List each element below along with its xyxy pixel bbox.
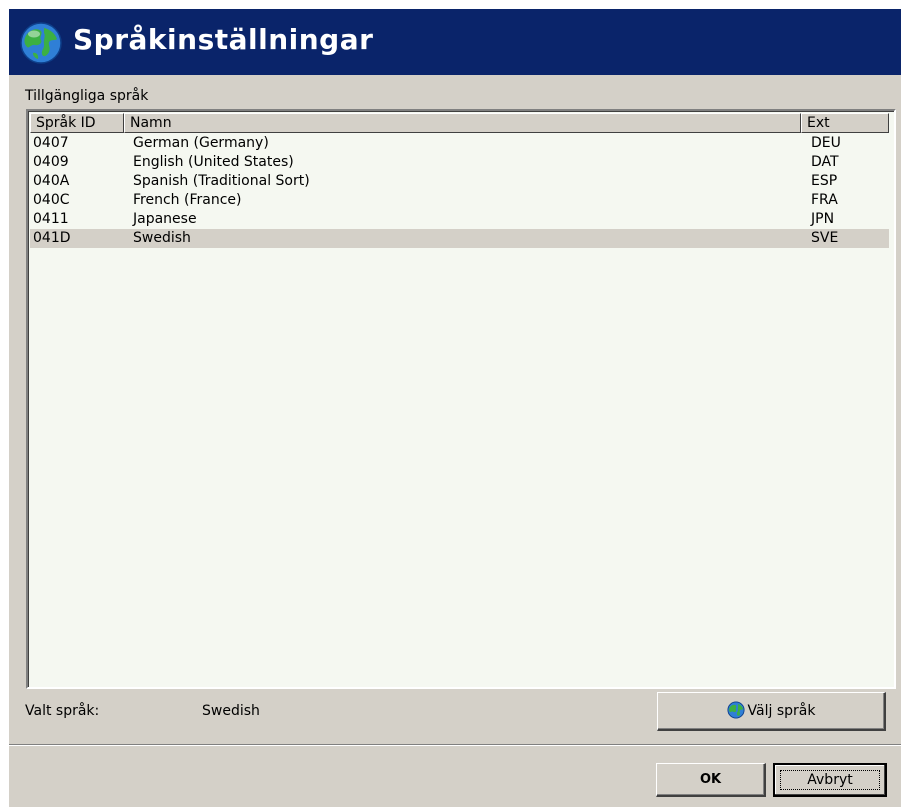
select-language-label: Välj språk bbox=[747, 703, 816, 719]
cell-name: Japanese bbox=[133, 211, 197, 227]
column-header-name[interactable]: Namn bbox=[124, 113, 801, 133]
select-language-button[interactable]: Välj språk bbox=[657, 692, 886, 731]
language-settings-window: Språkinställningar Tillgängliga språk Sp… bbox=[9, 9, 901, 807]
cancel-label: Avbryt bbox=[807, 772, 853, 788]
cell-ext: DEU bbox=[811, 135, 841, 151]
cell-ext: ESP bbox=[811, 173, 838, 189]
language-list[interactable]: Språk ID Namn Ext 0407 German (Germany) DE… bbox=[26, 109, 896, 689]
title-bar: Språkinställningar bbox=[9, 9, 901, 75]
cell-ext: JPN bbox=[811, 211, 835, 227]
cell-ext: FRA bbox=[811, 192, 838, 208]
selected-language-label: Valt språk: bbox=[25, 703, 100, 719]
table-row[interactable]: 040A Spanish (Traditional Sort) ESP bbox=[30, 172, 889, 191]
table-row[interactable]: 0407 German (Germany) DEU bbox=[30, 134, 889, 153]
column-header-ext[interactable]: Ext bbox=[801, 113, 889, 133]
divider bbox=[9, 744, 901, 746]
table-row[interactable]: 041D Swedish SVE bbox=[30, 229, 889, 248]
table-row[interactable]: 0409 English (United States) DAT bbox=[30, 153, 889, 172]
cell-name: Spanish (Traditional Sort) bbox=[133, 173, 310, 189]
cancel-button[interactable]: Avbryt bbox=[773, 763, 887, 797]
cell-language-id: 0409 bbox=[33, 154, 69, 170]
cell-ext: SVE bbox=[811, 230, 839, 246]
column-header-language-id[interactable]: Språk ID bbox=[30, 113, 124, 133]
ok-button[interactable]: OK bbox=[656, 763, 766, 797]
available-languages-label: Tillgängliga språk bbox=[25, 88, 149, 104]
cell-name: Swedish bbox=[133, 230, 191, 246]
cell-ext: DAT bbox=[811, 154, 839, 170]
cell-language-id: 0411 bbox=[33, 211, 69, 227]
globe-icon bbox=[726, 701, 745, 719]
cell-name: German (Germany) bbox=[133, 135, 269, 151]
selected-language-value: Swedish bbox=[202, 703, 260, 719]
cell-language-id: 0407 bbox=[33, 135, 69, 151]
globe-icon bbox=[20, 22, 62, 64]
cell-language-id: 041D bbox=[33, 230, 71, 246]
cell-name: French (France) bbox=[133, 192, 242, 208]
table-row[interactable]: 040C French (France) FRA bbox=[30, 191, 889, 210]
cell-language-id: 040A bbox=[33, 173, 70, 189]
table-row[interactable]: 0411 Japanese JPN bbox=[30, 210, 889, 229]
list-header: Språk ID Namn Ext bbox=[28, 111, 894, 133]
window-title: Språkinställningar bbox=[73, 23, 374, 56]
cell-name: English (United States) bbox=[133, 154, 294, 170]
cell-language-id: 040C bbox=[33, 192, 70, 208]
